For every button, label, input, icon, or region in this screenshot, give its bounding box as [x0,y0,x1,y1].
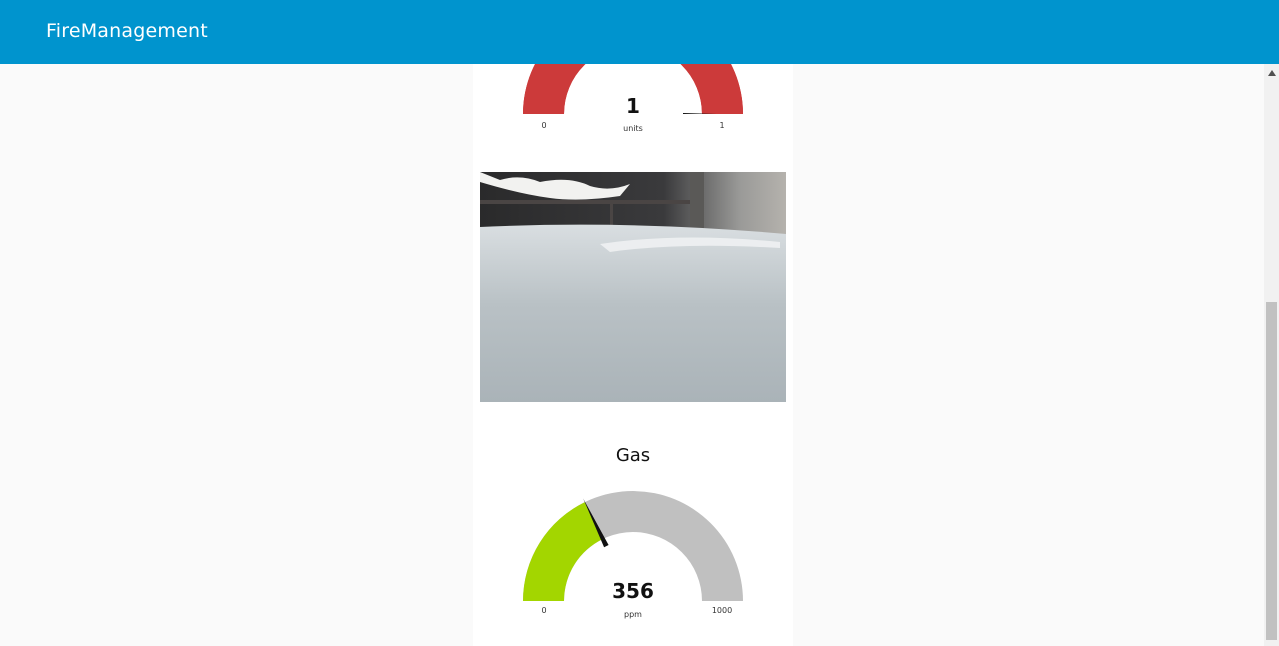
gauge-max-label: 1000 [712,606,732,615]
triangle-up-icon [1267,70,1276,76]
units-gauge-labels: 1 units 0 1 [541,94,724,133]
scroll-up-button[interactable] [1264,64,1279,82]
dashboard-content: 1 units 0 1 Gas 356 ppm 0 1000 [0,64,1264,646]
gauge-unit: ppm [624,610,642,619]
gas-gauge-title: Gas [615,445,651,466]
dashboard-panel: 1 units 0 1 Gas 356 ppm 0 1000 [473,64,793,646]
gauge-min-label: 0 [541,121,546,130]
vertical-scrollbar[interactable] [1264,64,1279,646]
gauge-unit: units [623,124,643,133]
app-header: FireManagement [0,0,1279,64]
gauge-fill [523,502,603,601]
gauge-max-label: 1 [719,121,724,130]
gas-gauge: 356 ppm 0 1000 [523,491,743,619]
gauge-value: 1 [626,94,640,118]
app-title: FireManagement [46,20,208,42]
scrollbar-thumb[interactable] [1266,302,1277,640]
gauge-value: 356 [612,579,654,603]
camera-feed-image [480,172,786,402]
gauge-min-label: 0 [541,606,546,615]
